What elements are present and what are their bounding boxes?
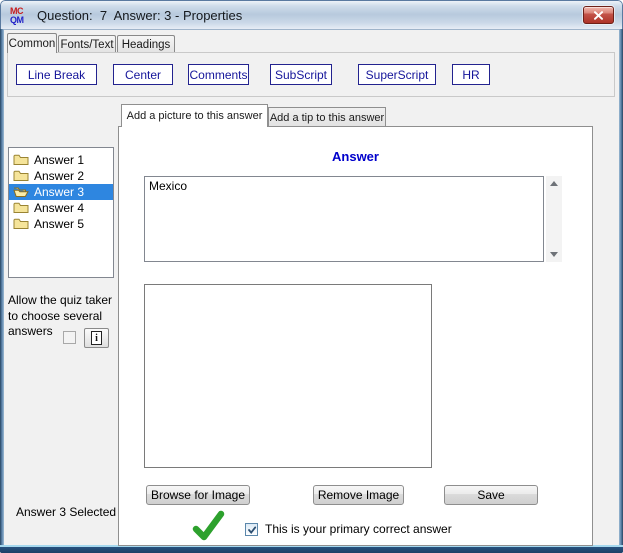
folder-icon (13, 154, 29, 165)
folder-icon (13, 218, 29, 229)
tab-add-picture[interactable]: Add a picture to this answer (121, 104, 268, 127)
list-item-answer-3[interactable]: Answer 3 (9, 184, 113, 200)
scroll-up-icon (550, 181, 558, 186)
answers-listbox: Answer 1 Answer 2 Answer 3 Answer 4 Answ… (8, 147, 114, 278)
remove-image-button[interactable]: Remove Image (313, 485, 404, 505)
folder-icon (13, 202, 29, 213)
line-break-button[interactable]: Line Break (16, 64, 97, 85)
list-item-answer-5[interactable]: Answer 5 (9, 216, 113, 232)
save-button[interactable]: Save (444, 485, 538, 505)
folder-icon (13, 170, 29, 181)
tab-add-tip[interactable]: Add a tip to this answer (268, 107, 386, 127)
selection-status-text: Answer 3 Selected (16, 505, 117, 519)
app-icon-text-bottom: QM (10, 15, 24, 25)
window-border-right (619, 29, 623, 553)
window-title: Question: 7 Answer: 3 - Properties (37, 8, 243, 23)
comments-button[interactable]: Comments (188, 64, 249, 85)
list-item-label: Answer 1 (34, 153, 85, 167)
answer-text-input[interactable]: Mexico (144, 176, 544, 262)
list-item-label: Answer 2 (34, 169, 85, 183)
tab-common-label: Common (8, 37, 56, 50)
tab-headings[interactable]: Headings (117, 35, 175, 53)
center-button[interactable]: Center (113, 64, 173, 85)
list-item-answer-2[interactable]: Answer 2 (9, 168, 113, 184)
list-item-label: Answer 4 (34, 201, 85, 215)
tab-fonts-text-label: Fonts/Text (60, 38, 114, 51)
tab-headings-label: Headings (121, 38, 171, 51)
scroll-down-icon (550, 252, 558, 257)
list-item-answer-4[interactable]: Answer 4 (9, 200, 113, 216)
tab-fonts-text[interactable]: Fonts/Text (58, 35, 116, 53)
allow-multiple-answers-checkbox[interactable] (63, 331, 76, 344)
answer-text-scrollbar[interactable] (546, 176, 562, 262)
primary-correct-answer-label: This is your primary correct answer (265, 522, 452, 536)
window-border-bottom (0, 545, 623, 553)
window-border-left (0, 29, 4, 553)
app-icon: MC QM (10, 6, 32, 26)
primary-correct-answer-checkbox[interactable] (245, 523, 258, 536)
answer-heading: Answer (332, 149, 379, 164)
list-item-label: Answer 3 (34, 185, 85, 199)
checkbox-check-icon (247, 526, 256, 534)
tab-common[interactable]: Common (7, 33, 57, 53)
list-item-answer-1[interactable]: Answer 1 (9, 152, 113, 168)
scroll-down-button[interactable] (546, 247, 562, 262)
info-button[interactable]: i (84, 328, 109, 348)
hr-button[interactable]: HR (452, 64, 490, 85)
list-item-label: Answer 5 (34, 217, 85, 231)
superscript-button[interactable]: SuperScript (358, 64, 436, 85)
scroll-up-button[interactable] (546, 176, 562, 191)
tab-add-picture-label: Add a picture to this answer (126, 110, 263, 122)
folder-open-icon (13, 187, 29, 197)
properties-dialog: MC QM Question: 7 Answer: 3 - Properties… (0, 0, 623, 553)
picture-preview-box (144, 284, 432, 468)
info-icon: i (91, 331, 102, 345)
correct-answer-checkmark-icon (192, 510, 225, 541)
browse-for-image-button[interactable]: Browse for Image (146, 485, 250, 505)
titlebar[interactable]: MC QM Question: 7 Answer: 3 - Properties (0, 0, 623, 30)
subscript-button[interactable]: SubScript (270, 64, 332, 85)
tab-add-tip-label: Add a tip to this answer (269, 111, 385, 124)
close-icon (594, 10, 603, 20)
close-button[interactable] (583, 6, 614, 24)
